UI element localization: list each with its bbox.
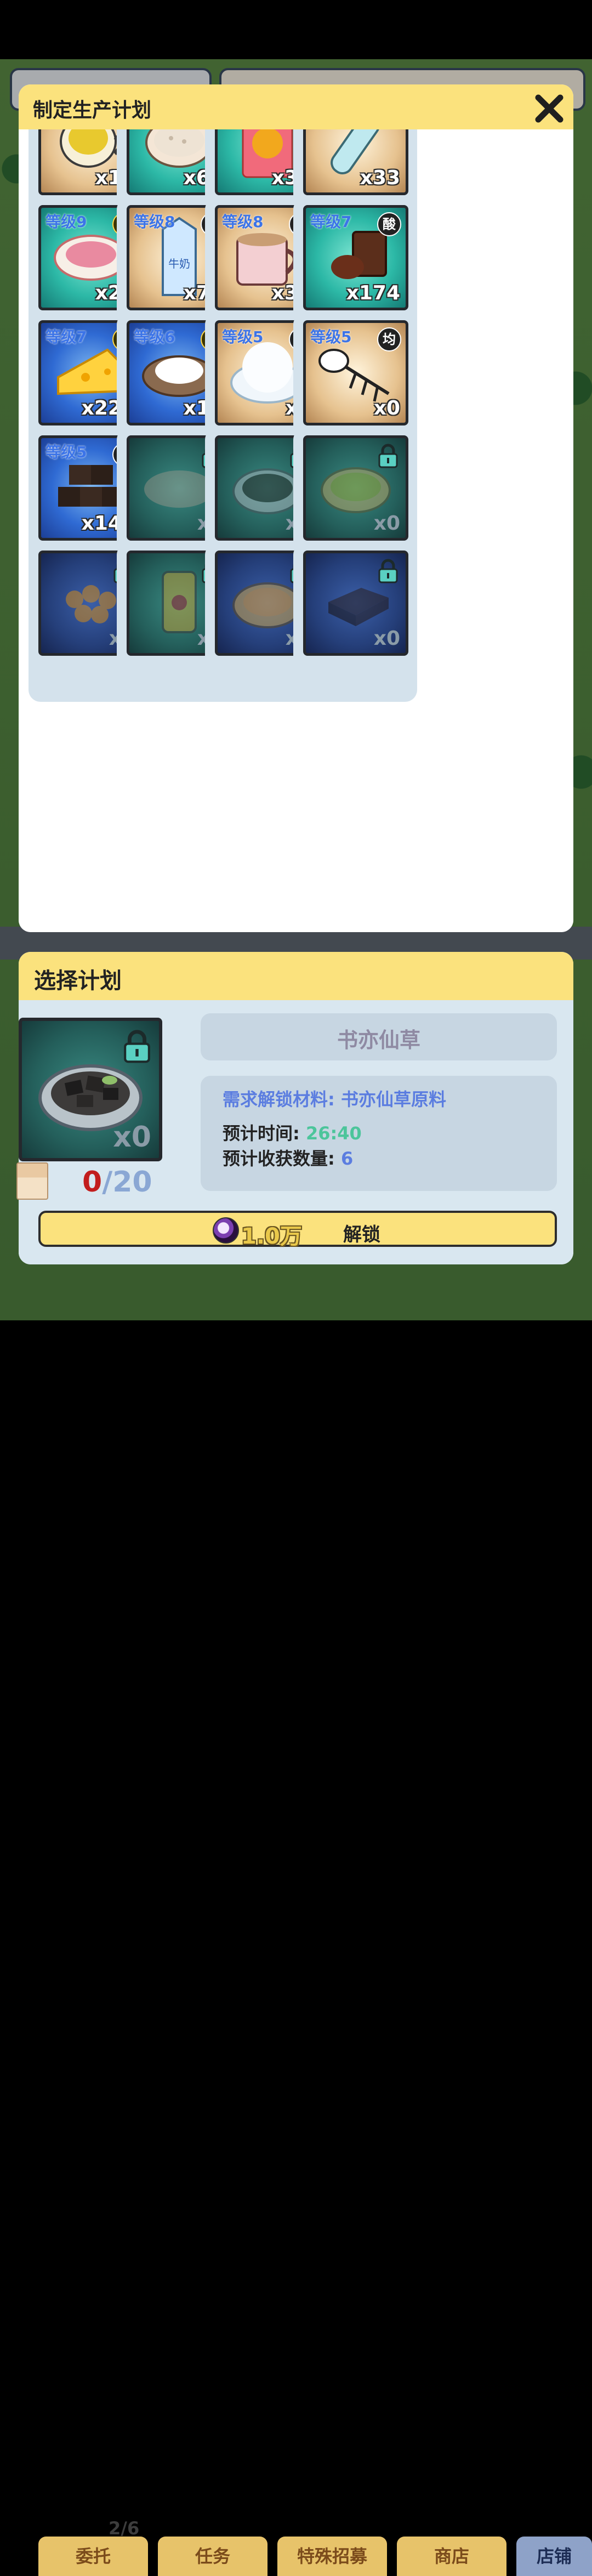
level-badge: 等级5 bbox=[310, 328, 352, 346]
ingredient-thumbnail: x0 bbox=[303, 435, 408, 541]
close-icon[interactable] bbox=[533, 92, 566, 125]
unlock-cost: 1.0万 bbox=[241, 1224, 302, 1249]
ingredient-thumbnail: x0 bbox=[303, 551, 408, 656]
status-bar bbox=[0, 0, 592, 59]
select-panel-header: 选择计划 bbox=[19, 952, 573, 1002]
ingredient-thumbnail: 等级7 酸 x174 bbox=[303, 205, 408, 310]
coin-icon bbox=[213, 1217, 239, 1244]
selected-name: 书亦仙草 bbox=[337, 1028, 420, 1052]
plan-info-box: 需求解锁材料: 书亦仙草原料 预计时间: 26:40 预计收获数量: 6 bbox=[201, 1076, 557, 1191]
item-count: x174 bbox=[346, 282, 400, 304]
level-badge: 等级5 bbox=[222, 328, 264, 346]
production-plan-panel: 制定生产计划 x15乌龙茶24/30x65西米47/60跳跳x31跳跳糖32/6… bbox=[19, 84, 573, 932]
selected-material-icon bbox=[16, 1162, 48, 1200]
item-count: x0 bbox=[373, 397, 400, 419]
selected-item-thumbnail: x0 bbox=[19, 1018, 162, 1161]
item-count: x0 bbox=[373, 627, 400, 650]
level-badge: 等级5 bbox=[45, 443, 87, 461]
selected-name-box: 书亦仙草 bbox=[201, 1013, 557, 1060]
level-badge: 等级7 bbox=[45, 328, 87, 346]
unlock-material-row: 需求解锁材料: 书亦仙草原料 bbox=[223, 1089, 446, 1110]
trait-badge: 均 bbox=[377, 327, 401, 351]
lock-icon bbox=[376, 444, 400, 469]
select-panel-title: 选择计划 bbox=[34, 968, 122, 994]
lock-icon bbox=[376, 559, 400, 584]
estimated-yield-row: 预计收获数量: 6 bbox=[223, 1148, 354, 1169]
svg-text:牛奶: 牛奶 bbox=[168, 257, 190, 270]
trait-badge: 酸 bbox=[377, 212, 401, 236]
item-count: x0 bbox=[373, 512, 400, 535]
ingredient-grid[interactable]: x15乌龙茶24/30x65西米47/60跳跳x31跳跳糖32/60x33矿泉水… bbox=[19, 129, 573, 932]
item-count: x33 bbox=[360, 167, 400, 189]
selected-item-count: x0 bbox=[113, 1121, 151, 1154]
level-badge: 等级9 bbox=[45, 213, 87, 231]
nav-store[interactable]: 店铺 bbox=[516, 2537, 592, 2576]
unlock-label: 解锁 bbox=[343, 1224, 380, 1246]
ingredient-thumbnail: 等级5 均 x0 bbox=[303, 320, 408, 425]
panel-title: 制定生产计划 bbox=[33, 99, 152, 122]
level-badge: 等级6 bbox=[134, 328, 175, 346]
nav-special-recruit[interactable]: 特殊招募 bbox=[277, 2537, 387, 2576]
lock-icon bbox=[124, 1030, 150, 1063]
ingredient-card[interactable]: x0 bbox=[293, 543, 417, 702]
estimated-time-row: 预计时间: 26:40 bbox=[223, 1123, 362, 1144]
level-badge: 等级8 bbox=[222, 213, 264, 231]
nav-commission[interactable]: 委托 bbox=[38, 2537, 148, 2576]
panel-header: 制定生产计划 bbox=[19, 84, 573, 131]
nav-shop[interactable]: 商店 bbox=[397, 2537, 506, 2576]
level-badge: 等级8 bbox=[134, 213, 175, 231]
unlock-button[interactable]: 1.0万 解锁 bbox=[38, 1211, 557, 1249]
commission-progress: 2/6 bbox=[109, 2518, 140, 2539]
selected-material-ratio: 0/20 bbox=[82, 1166, 152, 1199]
ingredient-thumbnail: x33 bbox=[303, 129, 408, 195]
level-badge: 等级7 bbox=[310, 213, 352, 231]
nav-tasks[interactable]: 任务 bbox=[158, 2537, 267, 2576]
